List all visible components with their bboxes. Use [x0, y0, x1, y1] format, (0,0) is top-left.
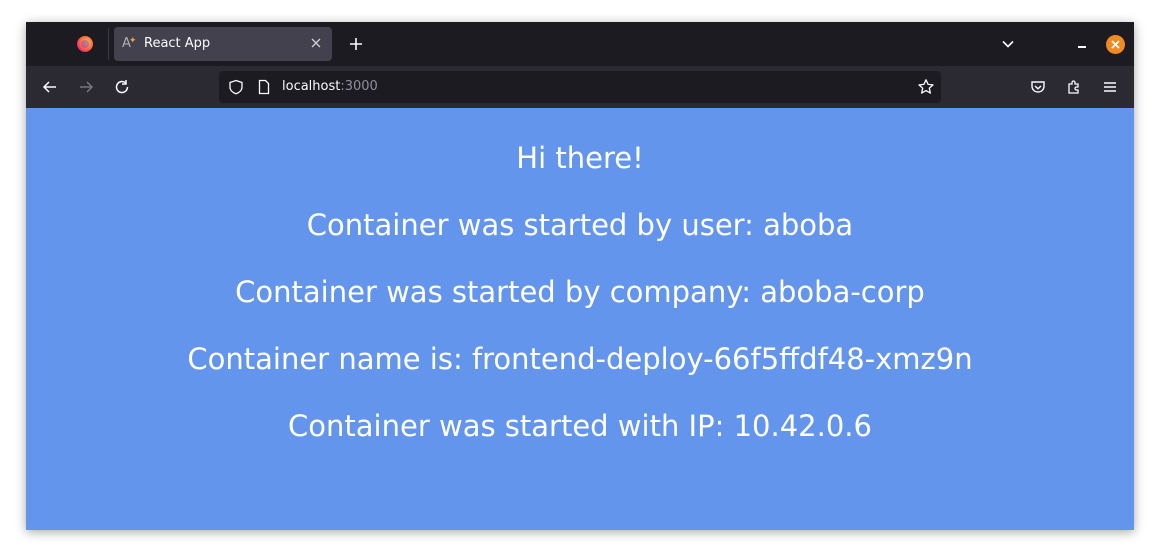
forward-arrow-icon[interactable] — [77, 78, 95, 96]
tab-separator — [108, 28, 109, 60]
url-bar[interactable]: localhost:3000 — [219, 71, 941, 103]
chevron-down-icon[interactable] — [1000, 36, 1016, 52]
hamburger-menu-icon[interactable] — [1101, 78, 1119, 96]
pocket-icon[interactable] — [1029, 78, 1047, 96]
container-name-line: Container name is: frontend-deploy-66f5f… — [187, 342, 973, 376]
tab-title: React App — [144, 36, 211, 51]
page-icon[interactable] — [256, 79, 272, 95]
url-text: localhost:3000 — [282, 79, 378, 95]
puzzle-icon[interactable] — [1065, 78, 1083, 96]
firefox-logo-icon — [77, 36, 93, 52]
url-port: :3000 — [340, 79, 378, 94]
greeting-text: Hi there! — [516, 141, 644, 175]
close-window-button[interactable] — [1106, 35, 1125, 54]
tab-close-icon[interactable] — [310, 37, 322, 49]
company-line: Container was started by company: aboba-… — [235, 275, 925, 309]
user-line: Container was started by user: aboba — [306, 208, 854, 242]
back-arrow-icon[interactable] — [41, 78, 59, 96]
reload-icon[interactable] — [113, 78, 131, 96]
star-icon[interactable] — [917, 78, 935, 96]
minimize-icon[interactable] — [1076, 38, 1088, 50]
shield-icon[interactable] — [228, 79, 244, 95]
url-host: localhost — [282, 79, 341, 94]
plus-icon[interactable] — [346, 34, 366, 54]
navigation-toolbar: localhost:3000 — [26, 66, 1134, 109]
close-icon — [1111, 40, 1120, 49]
tab-react-app[interactable]: A ✦ React App — [114, 27, 332, 61]
react-app-favicon: A ✦ — [122, 36, 137, 51]
tab-strip: A ✦ React App — [26, 22, 1134, 66]
page-content: Hi there! Container was started by user:… — [26, 108, 1134, 530]
browser-window: A ✦ React App localhost:3000 Hi there! C… — [26, 22, 1134, 530]
ip-line: Container was started with IP: 10.42.0.6 — [288, 409, 872, 443]
